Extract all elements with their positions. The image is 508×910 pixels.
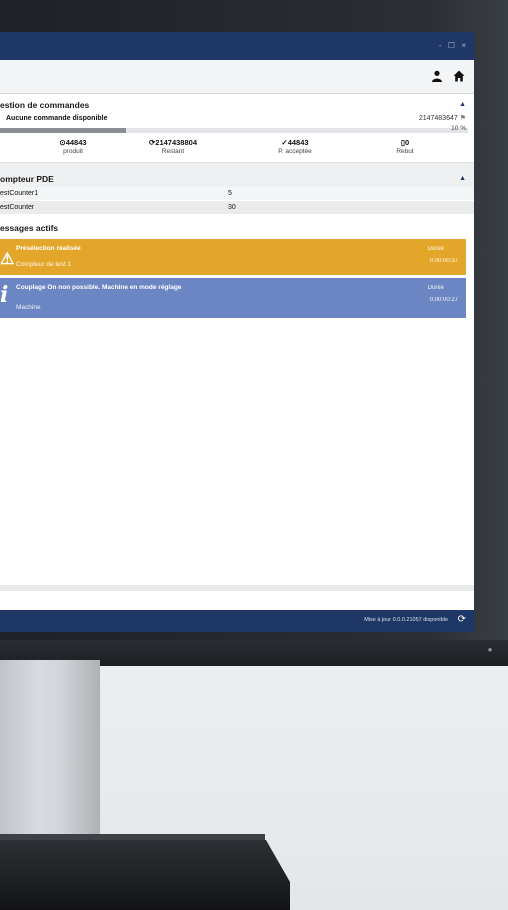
kpi-scrap-label: Rebut <box>396 148 414 155</box>
kpi-scrap: ▯0 Rebut <box>360 138 450 155</box>
message-info[interactable]: i Couplage On non possible. Machine en m… <box>0 278 466 318</box>
counter-value: 5 <box>228 190 232 197</box>
kpi-accepted-label: P. acceptée <box>278 148 312 155</box>
progress-percent: 10 % <box>451 125 466 132</box>
warning-icon: ⚠ <box>0 251 15 268</box>
progress-track <box>0 128 468 133</box>
order-count-value: 2147483647 <box>418 115 458 122</box>
flag-icon: ⚑ <box>459 115 466 122</box>
monitor-stand-shadow <box>60 660 100 860</box>
counter-name: estCounter <box>0 204 35 211</box>
footer-divider <box>0 585 474 591</box>
section-divider <box>0 163 474 171</box>
kpi-produced-value: 44843 <box>65 138 87 147</box>
window-controls[interactable]: - ☐ × <box>439 41 468 50</box>
kpi-produced-label: produit <box>63 148 83 155</box>
status-bar: Mise à jour 0.0.0.21057 disponible ⟳ <box>0 610 474 632</box>
message-subtitle: Machine <box>16 304 41 311</box>
order-count: 2147483647 ⚑ <box>419 112 466 126</box>
table-row[interactable]: estCounter1 5 <box>0 187 474 201</box>
pde-section-header[interactable]: ompteur PDE ▲ <box>0 171 474 187</box>
toolbar <box>0 60 474 94</box>
progress-fill <box>0 128 127 133</box>
table-row[interactable]: estCounter 30 <box>0 201 474 215</box>
message-duration: 0.00:00:37 <box>429 258 458 264</box>
kpi-produced: ⊙44843 produit <box>28 138 118 155</box>
title-bar: - ☐ × <box>0 32 474 60</box>
collapse-icon[interactable]: ▲ <box>459 171 466 187</box>
home-icon-svg <box>453 70 465 82</box>
counter-value: 30 <box>228 204 236 211</box>
order-status: Aucune commande disponible <box>6 115 108 122</box>
orders-section-title: estion de commandes <box>0 100 90 110</box>
message-title: Couplage On non possible. Machine en mod… <box>16 284 182 291</box>
order-status-row: Aucune commande disponible 2147483647 ⚑ <box>0 112 474 126</box>
message-duration-label: Durée <box>427 246 444 252</box>
kpi-accepted: ✓44843 P. acceptée <box>250 138 340 155</box>
app-window: - ☐ × estion de commandes ▲ Aucune comma… <box>0 32 474 632</box>
monitor-stand-foot <box>0 840 290 910</box>
message-subtitle: Compteur de test 1 <box>16 261 72 268</box>
kpi-accepted-value: 44843 <box>287 138 309 147</box>
user-icon[interactable] <box>430 70 444 84</box>
info-icon: i <box>0 282 9 308</box>
kpi-remaining-value: 2147438804 <box>155 138 197 147</box>
collapse-icon[interactable]: ▲ <box>459 98 466 112</box>
update-available-text[interactable]: Mise à jour 0.0.0.21057 disponible <box>364 617 448 623</box>
message-duration-label: Durée <box>427 285 444 291</box>
power-button: ● <box>487 645 493 654</box>
kpi-remaining-label: Restant <box>161 148 185 155</box>
user-icon-svg <box>432 70 442 82</box>
message-warning[interactable]: ⚠ Présélection réalisée Compteur de test… <box>0 239 466 275</box>
kpi-scrap-value: 0 <box>404 138 410 147</box>
kpi-remaining: ⟳2147438804 Restant <box>128 138 218 155</box>
messages-section-title: essages actifs <box>0 223 59 233</box>
order-progress: 10 % <box>0 125 474 136</box>
order-kpis: ⊙44843 produit ⟳2147438804 Restant ✓4484… <box>0 136 474 163</box>
message-title: Présélection réalisée <box>16 245 81 252</box>
orders-section-header[interactable]: estion de commandes ▲ <box>0 98 474 112</box>
refresh-icon[interactable]: ⟳ <box>458 615 466 625</box>
pde-section-title: ompteur PDE <box>0 174 54 184</box>
counter-name: estCounter1 <box>0 190 39 197</box>
messages-section-header: essages actifs <box>0 215 474 239</box>
home-icon[interactable] <box>452 70 466 84</box>
message-duration: 0.00:00:27 <box>429 297 458 303</box>
